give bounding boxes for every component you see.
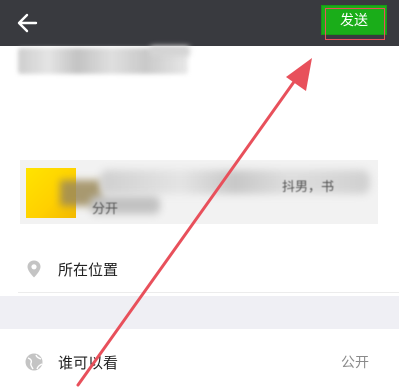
link-title-fragment: 抖男，书 — [282, 180, 335, 195]
visibility-label: 谁可以看 — [58, 353, 119, 372]
location-label: 所在位置 — [58, 260, 119, 279]
title-bar: 发送 — [0, 0, 399, 46]
visibility-value: 公开 — [341, 355, 369, 371]
post-text-blurred-edge — [150, 46, 190, 56]
visibility-row[interactable]: 谁可以看 公开 — [0, 340, 399, 384]
moments-compose-screen: 发送 抖男，书 分开 所在位置 谁可以看 公开 — [0, 0, 399, 388]
send-button[interactable]: 发送 — [321, 5, 387, 35]
location-row[interactable]: 所在位置 — [0, 247, 399, 291]
divider — [18, 292, 399, 293]
arrow-left-icon — [17, 13, 38, 33]
globe-icon — [25, 353, 43, 371]
section-spacer — [0, 296, 399, 329]
send-button-label: 发送 — [340, 13, 368, 29]
location-pin-icon — [27, 260, 41, 278]
link-subtitle-fragment: 分开 — [92, 202, 119, 217]
back-button[interactable] — [12, 8, 42, 38]
shared-link-card[interactable]: 抖男，书 分开 — [20, 160, 378, 224]
